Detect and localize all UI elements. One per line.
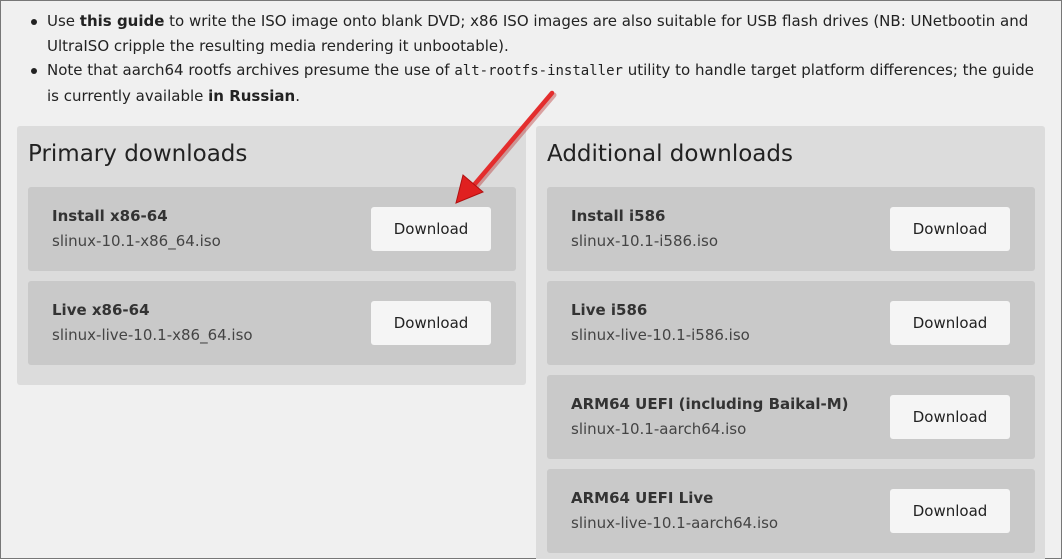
download-item-arm64-uefi-live: ARM64 UEFI Live slinux-live-10.1-aarch64… xyxy=(547,469,1035,553)
download-filename: slinux-live-10.1-aarch64.iso xyxy=(571,514,779,532)
download-item-install-x86-64: Install x86-64 slinux-10.1-x86_64.iso Do… xyxy=(28,187,516,271)
download-item-live-x86-64: Live x86-64 slinux-live-10.1-x86_64.iso … xyxy=(28,281,516,365)
download-title: Live i586 xyxy=(571,301,648,319)
download-filename: slinux-live-10.1-x86_64.iso xyxy=(52,326,253,344)
download-title: Install x86-64 xyxy=(52,207,168,225)
note-item-aarch64: Note that aarch64 rootfs archives presum… xyxy=(29,58,1039,108)
notes-list: Use this guide to write the ISO image on… xyxy=(29,9,1039,108)
download-filename: slinux-10.1-x86_64.iso xyxy=(52,232,221,250)
download-button-live-i586[interactable]: Download xyxy=(890,301,1010,345)
download-filename: slinux-10.1-aarch64.iso xyxy=(571,420,747,438)
primary-downloads-panel: Primary downloads Install x86-64 slinux-… xyxy=(17,126,526,385)
primary-downloads-heading: Primary downloads xyxy=(28,141,248,167)
download-item-arm64-uefi: ARM64 UEFI (including Baikal-M) slinux-1… xyxy=(547,375,1035,459)
download-button-install-i586[interactable]: Download xyxy=(890,207,1010,251)
note-item-guide: Use this guide to write the ISO image on… xyxy=(29,9,1039,58)
download-title: Install i586 xyxy=(571,207,666,225)
download-filename: slinux-10.1-i586.iso xyxy=(571,232,718,250)
download-title: Live x86-64 xyxy=(52,301,150,319)
download-button-install-x86-64[interactable]: Download xyxy=(371,207,491,251)
download-title: ARM64 UEFI Live xyxy=(571,489,714,507)
download-button-arm64-uefi-live[interactable]: Download xyxy=(890,489,1010,533)
download-button-live-x86-64[interactable]: Download xyxy=(371,301,491,345)
additional-downloads-panel: Additional downloads Install i586 slinux… xyxy=(536,126,1045,559)
download-filename: slinux-live-10.1-i586.iso xyxy=(571,326,750,344)
in-russian-link[interactable]: in Russian xyxy=(208,87,295,105)
download-title: ARM64 UEFI (including Baikal-M) xyxy=(571,395,849,413)
download-button-arm64-uefi[interactable]: Download xyxy=(890,395,1010,439)
download-item-install-i586: Install i586 slinux-10.1-i586.iso Downlo… xyxy=(547,187,1035,271)
this-guide-link[interactable]: this guide xyxy=(80,12,165,30)
installer-code: alt-rootfs-installer xyxy=(454,63,623,79)
download-item-live-i586: Live i586 slinux-live-10.1-i586.iso Down… xyxy=(547,281,1035,365)
additional-downloads-heading: Additional downloads xyxy=(547,141,793,167)
